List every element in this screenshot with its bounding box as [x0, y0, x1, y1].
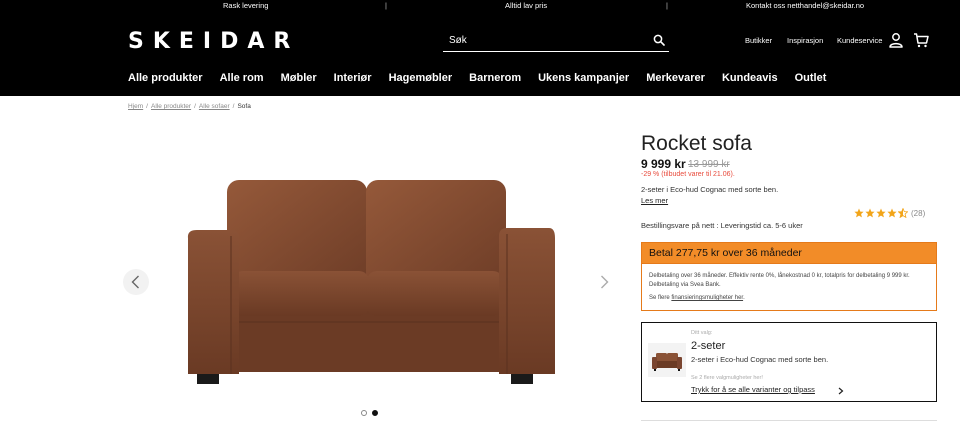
breadcrumb-current: Sofa [237, 103, 251, 110]
star-icon [865, 208, 875, 218]
variant-label: Ditt valg: [691, 330, 713, 336]
nav-item-outlet[interactable]: Outlet [795, 72, 827, 84]
gallery-pagination [361, 410, 383, 416]
nav-item-brands[interactable]: Merkevarer [646, 72, 705, 84]
finance-box: Betal 277,75 kr over 36 måneder Delbetal… [641, 242, 937, 311]
breadcrumb-separator: / [232, 103, 235, 110]
announcement-separator: | [385, 1, 387, 10]
finance-more-prefix: Se flere [649, 295, 672, 301]
announcement-contact[interactable]: Kontakt oss netthandel@skeidar.no [746, 1, 864, 10]
search-icon[interactable] [653, 34, 665, 46]
star-icon [854, 208, 864, 218]
variant-description: 2-seter i Eco-hud Cognac med sorte ben. [691, 355, 829, 364]
variant-note: Se 2 flere valgmuligheter her! [691, 375, 763, 381]
divider [641, 420, 937, 421]
announcement-low-price: Alltid lav pris [505, 1, 548, 10]
read-more-link[interactable]: Les mer [641, 196, 668, 205]
star-icon [887, 208, 897, 218]
product-price: 9 999 kr [641, 157, 686, 171]
site-header: SKEIDAR Butikker Inspirasjon Kundeservic… [0, 12, 960, 96]
nav-item-catalog[interactable]: Kundeavis [722, 72, 778, 84]
main-nav: Alle produkter Alle rom Møbler Interiør … [128, 72, 843, 84]
star-half-icon [898, 208, 908, 218]
gallery-dot-active[interactable] [372, 410, 378, 416]
util-link-customer-service[interactable]: Kundeservice [837, 36, 882, 45]
breadcrumb-home[interactable]: Hjem [128, 103, 143, 110]
rating-stars[interactable]: (28) [854, 208, 925, 218]
search-input[interactable] [449, 32, 639, 48]
variant-link[interactable]: Trykk for å se alle varianter og tilpass [691, 385, 815, 394]
variant-thumbnail [648, 343, 686, 377]
breadcrumb-all-products[interactable]: Alle produkter [151, 103, 191, 110]
product-image [187, 180, 555, 384]
util-link-inspiration[interactable]: Inspirasjon [787, 36, 823, 45]
nav-item-garden-furniture[interactable]: Hagemøbler [389, 72, 453, 84]
star-icon [876, 208, 886, 218]
delivery-info: Bestillingsvare på nett : Leveringstid c… [641, 221, 803, 230]
nav-item-kids-room[interactable]: Barnerom [469, 72, 521, 84]
product-description: 2-seter i Eco-hud Cognac med sorte ben. [641, 185, 779, 194]
product-old-price: 13 999 kr [688, 159, 730, 170]
breadcrumb-all-sofas[interactable]: Alle sofaer [199, 103, 230, 110]
cart-icon[interactable] [913, 32, 929, 48]
chevron-right-icon[interactable] [838, 387, 844, 395]
chevron-right-icon[interactable] [590, 268, 618, 296]
gallery-dot[interactable] [361, 410, 367, 416]
nav-item-all-products[interactable]: Alle produkter [128, 72, 203, 84]
finance-more-suffix: . [743, 295, 745, 301]
discount-text: -29 % (tilbudet varer til 21.06). [641, 171, 735, 178]
nav-item-weekly-campaigns[interactable]: Ukens kampanjer [538, 72, 629, 84]
breadcrumb-separator: / [146, 103, 148, 110]
announcement-fast-delivery: Rask levering [223, 1, 269, 10]
finance-headline: Betal 277,75 kr over 36 måneder [642, 243, 936, 264]
chevron-left-icon[interactable] [122, 268, 150, 296]
user-icon[interactable] [888, 32, 904, 48]
nav-item-all-rooms[interactable]: Alle rom [220, 72, 264, 84]
search-box [443, 29, 669, 52]
finance-details: Delbetaling over 36 måneder. Effektiv re… [649, 273, 910, 288]
product-title: Rocket sofa [641, 132, 752, 155]
breadcrumb-separator: / [194, 103, 196, 110]
variant-selector[interactable]: Ditt valg: 2-seter 2-seter i Eco-hud Cog… [641, 322, 937, 402]
breadcrumb: Hjem / Alle produkter / Alle sofaer / Sofa [128, 103, 251, 110]
review-count[interactable]: (28) [911, 209, 925, 218]
nav-item-furniture[interactable]: Møbler [281, 72, 317, 84]
announcement-bar: Rask levering | Alltid lav pris | Kontak… [0, 0, 960, 12]
announcement-separator: | [666, 1, 668, 10]
nav-item-interior[interactable]: Interiør [334, 72, 372, 84]
finance-more: Se flere finansieringsmuligheter her. [649, 295, 745, 301]
variant-name: 2-seter [691, 340, 726, 352]
site-logo[interactable]: SKEIDAR [128, 29, 299, 54]
finance-more-link[interactable]: finansieringsmuligheter her [671, 295, 743, 301]
util-link-stores[interactable]: Butikker [745, 36, 772, 45]
